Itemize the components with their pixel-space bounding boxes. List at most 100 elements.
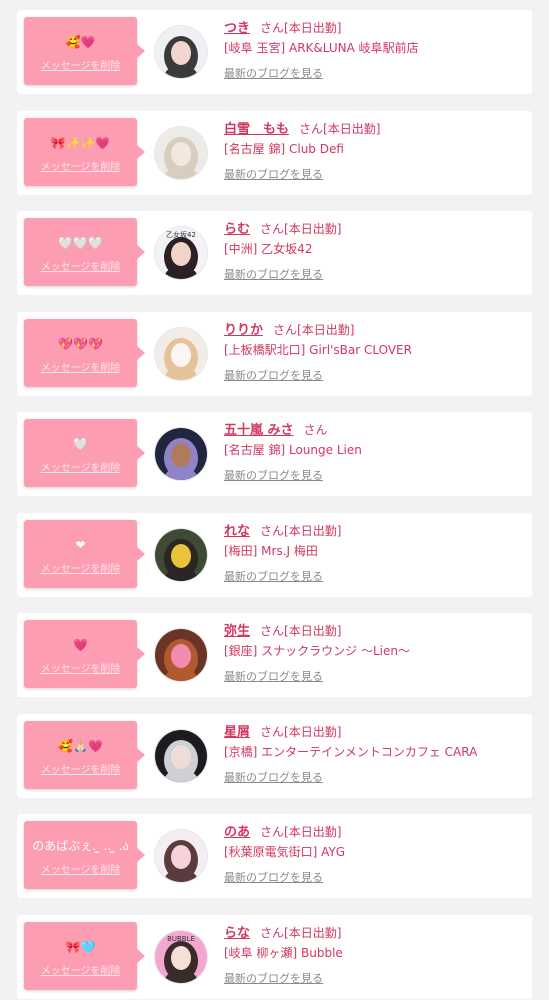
message-text: 💗	[73, 638, 88, 652]
message-text: 🥰💗	[65, 35, 96, 49]
latest-blog-link[interactable]: 最新のブログを見る	[224, 870, 524, 886]
cast-name-link[interactable]: 五十嵐 みさ	[224, 423, 294, 438]
message-card: のあばぶぇ. ̫ .. ̫ .ა メッセージを削除 のあ さん[本日出勤] [秋葉…	[17, 814, 532, 898]
message-bubble: 🥰🙏🏻💗 メッセージを削除	[24, 720, 145, 789]
avatar-photo	[155, 26, 207, 78]
message-card: 💖💖💖 メッセージを削除 りりか さん[本日出勤] [上板橋駅北口] Girl's…	[17, 311, 532, 396]
avatar-photo	[155, 126, 207, 179]
honorific: さん	[260, 624, 285, 638]
latest-blog-link[interactable]: 最新のブログを見る	[224, 468, 524, 484]
honorific: さん	[273, 322, 298, 337]
cast-name-link[interactable]: 白雪 もも	[224, 122, 289, 137]
avatar[interactable]	[155, 528, 207, 581]
avatar-caption: 乙女坂42	[166, 230, 196, 239]
delete-message-link[interactable]: メッセージを削除	[24, 463, 137, 475]
cast-name-link[interactable]: りりか	[224, 323, 263, 338]
latest-blog-link[interactable]: 最新のブログを見る	[224, 267, 524, 283]
message-card: 🥰💗 メッセージを削除 つき さん[本日出勤] [岐阜 玉宮] ARK&LUNA …	[17, 10, 532, 94]
cast-info: れな さん[本日出勤] [梅田] Mrs.J 梅田 最新のブログを見る	[224, 520, 524, 585]
message-bubble: ❤ メッセージを削除	[24, 519, 145, 588]
avatar-photo	[155, 830, 207, 882]
work-status: [本日出勤]	[284, 21, 342, 35]
avatar[interactable]	[155, 126, 207, 179]
work-status: [本日出勤]	[284, 523, 342, 538]
avatar-photo	[155, 528, 207, 581]
cast-name-link[interactable]: のあ	[224, 825, 250, 840]
latest-blog-link[interactable]: 最新のブログを見る	[224, 167, 524, 183]
shop-name: [岐阜 玉宮] ARK&LUNA 岐阜駅前店	[224, 41, 419, 55]
message-text: 🥰🙏🏻💗	[58, 738, 103, 753]
work-status: [本日出勤]	[323, 121, 381, 136]
message-bubble: 🥰💗 メッセージを削除	[24, 17, 145, 85]
message-bubble: 💗 メッセージを削除	[24, 620, 145, 688]
cast-info: 白雪 もも さん[本日出勤] [名古屋 錦] Club Defi 最新のブログを見…	[224, 118, 524, 183]
delete-message-link[interactable]: メッセージを削除	[24, 363, 137, 375]
avatar[interactable]	[155, 428, 207, 480]
delete-message-link[interactable]: メッセージを削除	[24, 262, 137, 274]
avatar-caption: BUBBLE	[167, 935, 195, 943]
delete-message-link[interactable]: メッセージを削除	[24, 664, 137, 676]
message-card: 🎀🩵 メッセージを削除 BUBBLE らな さん[本日出勤] [岐阜 柳ヶ瀬] B…	[17, 914, 532, 999]
cast-name-link[interactable]: つき	[224, 21, 250, 36]
message-card: 🎀✨✨💗 メッセージを削除 白雪 もも さん[本日出勤] [名古屋 錦] Club…	[17, 110, 532, 195]
message-card: 🤍 メッセージを削除 五十嵐 みさ さん [名古屋 錦] Lounge Lien …	[17, 412, 532, 496]
cast-name-link[interactable]: らな	[224, 926, 250, 941]
delete-message-link[interactable]: メッセージを削除	[24, 162, 137, 174]
cast-info: 五十嵐 みさ さん [名古屋 錦] Lounge Lien 最新のブログを見る	[224, 419, 524, 484]
shop-name: [銀座] スナックラウンジ 〜Lien〜	[224, 644, 411, 658]
avatar[interactable]	[155, 830, 207, 882]
delete-message-link[interactable]: メッセージを削除	[24, 564, 137, 576]
latest-blog-link[interactable]: 最新のブログを見る	[224, 971, 524, 987]
avatar-photo	[155, 428, 207, 480]
avatar-photo: 乙女坂42	[155, 227, 207, 279]
message-card: 💗 メッセージを削除 弥生 さん[本日出勤] [銀座] スナックラウンジ 〜Lie…	[17, 613, 532, 697]
message-bubble: 💖💖💖 メッセージを削除	[24, 318, 145, 387]
message-bubble: 🎀🩵 メッセージを削除	[24, 921, 145, 990]
delete-message-link[interactable]: メッセージを削除	[24, 765, 137, 777]
shop-name: [岐阜 柳ヶ瀬] Bubble	[224, 945, 343, 960]
message-text: 🤍🤍🤍	[58, 236, 103, 250]
delete-message-link[interactable]: メッセージを削除	[24, 865, 137, 877]
message-text: 🎀🩵	[65, 939, 96, 954]
shop-name: [名古屋 錦] Lounge Lien	[224, 443, 362, 457]
honorific: さん	[299, 121, 324, 136]
avatar[interactable]	[155, 26, 207, 78]
work-status: [本日出勤]	[284, 624, 342, 638]
honorific: さん	[260, 21, 285, 35]
message-text: 💖💖💖	[58, 336, 103, 351]
message-card: ❤ メッセージを削除 れな さん[本日出勤] [梅田] Mrs.J 梅田 最新のブ…	[17, 512, 532, 597]
cast-info: のあ さん[本日出勤] [秋葉原電気街口] AYG 最新のブログを見る	[224, 821, 524, 886]
latest-blog-link[interactable]: 最新のブログを見る	[224, 770, 524, 786]
avatar[interactable]	[155, 729, 207, 782]
avatar-photo	[155, 729, 207, 782]
cast-name-link[interactable]: 星屑	[224, 725, 250, 740]
avatar[interactable]	[155, 629, 207, 681]
avatar[interactable]	[155, 327, 207, 380]
shop-name: [京橋] エンターテインメントコンカフェ CARA	[224, 744, 478, 759]
work-status: [本日出勤]	[284, 925, 342, 940]
cast-name-link[interactable]: 弥生	[224, 624, 250, 639]
avatar-photo	[155, 629, 207, 681]
cast-info: りりか さん[本日出勤] [上板橋駅北口] Girl'sBar CLOVER 最新…	[224, 319, 524, 384]
honorific: さん	[260, 724, 285, 739]
delete-message-link[interactable]: メッセージを削除	[24, 61, 137, 73]
latest-blog-link[interactable]: 最新のブログを見る	[224, 569, 524, 585]
cast-name-link[interactable]: れな	[224, 524, 250, 539]
avatar[interactable]: BUBBLE	[155, 930, 207, 983]
message-text: ❤	[75, 537, 86, 552]
work-status: [本日出勤]	[284, 825, 342, 839]
shop-name: [梅田] Mrs.J 梅田	[224, 543, 318, 558]
cast-name-link[interactable]: らむ	[224, 222, 250, 237]
latest-blog-link[interactable]: 最新のブログを見る	[224, 368, 524, 384]
delete-message-link[interactable]: メッセージを削除	[24, 966, 137, 978]
message-text: のあばぶぇ. ̫ .. ̫ .ა	[32, 839, 129, 853]
honorific: さん	[260, 925, 285, 940]
avatar[interactable]: 乙女坂42	[155, 227, 207, 279]
avatar-photo	[155, 327, 207, 380]
work-status: [本日出勤]	[284, 724, 342, 739]
latest-blog-link[interactable]: 最新のブログを見る	[224, 66, 524, 82]
message-bubble: 🎀✨✨💗 メッセージを削除	[24, 117, 145, 186]
message-bubble: 🤍🤍🤍 メッセージを削除	[24, 218, 145, 286]
shop-name: [中洲] 乙女坂42	[224, 242, 313, 256]
latest-blog-link[interactable]: 最新のブログを見る	[224, 669, 524, 685]
